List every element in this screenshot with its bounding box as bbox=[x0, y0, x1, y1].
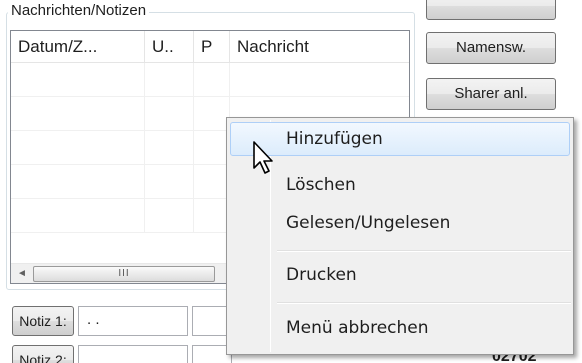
menu-item-gelesen-ungelesen[interactable]: Gelesen/Ungelesen bbox=[230, 206, 570, 240]
list-row[interactable] bbox=[11, 63, 409, 97]
column-header-p[interactable]: P bbox=[194, 31, 230, 63]
column-header-datum[interactable]: Datum/Z... bbox=[11, 31, 145, 63]
namensw-button[interactable]: Namensw. bbox=[426, 32, 556, 64]
groupbox-title: Nachrichten/Notizen bbox=[8, 2, 150, 20]
notiz-1-date-field[interactable]: . . bbox=[78, 306, 188, 336]
arrow-cursor-icon bbox=[253, 141, 273, 174]
scroll-left-icon[interactable]: ◄ bbox=[13, 265, 31, 283]
notiz-1-button[interactable]: Notiz 1: bbox=[12, 306, 74, 336]
context-menu: Hinzufügen Löschen Gelesen/Ungelesen Dru… bbox=[226, 117, 574, 355]
list-cell bbox=[11, 131, 145, 165]
list-cell bbox=[194, 199, 230, 233]
menu-item-hinzufuegen[interactable]: Hinzufügen bbox=[230, 122, 570, 156]
window-content: Nachrichten/Notizen Datum/Z... U.. P Nac… bbox=[0, 0, 582, 363]
menu-item-drucken[interactable]: Drucken bbox=[230, 258, 570, 292]
grip-icon: III bbox=[118, 268, 130, 279]
notiz-2-date-field[interactable] bbox=[78, 345, 188, 363]
list-cell bbox=[11, 165, 145, 199]
menu-separator bbox=[277, 250, 571, 252]
list-cell bbox=[11, 97, 145, 131]
list-cell bbox=[11, 63, 145, 97]
list-cell bbox=[145, 199, 194, 233]
list-cell bbox=[145, 165, 194, 199]
list-cell bbox=[194, 165, 230, 199]
sharer-anlegen-button[interactable]: Sharer anl. bbox=[426, 78, 556, 110]
list-cell bbox=[11, 199, 145, 233]
listview-header: Datum/Z... U.. P Nachricht bbox=[11, 31, 409, 63]
menu-item-loeschen[interactable]: Löschen bbox=[230, 168, 570, 202]
notiz-2-button[interactable]: Notiz 2: bbox=[12, 345, 74, 363]
scrollbar-thumb[interactable]: III bbox=[33, 266, 215, 282]
column-header-u[interactable]: U.. bbox=[145, 31, 194, 63]
menu-separator bbox=[277, 302, 571, 304]
menu-item-menue-abbrechen[interactable]: Menü abbrechen bbox=[230, 311, 570, 345]
list-cell bbox=[194, 63, 230, 97]
top-button[interactable] bbox=[426, 0, 556, 20]
column-header-nachricht[interactable]: Nachricht bbox=[230, 31, 409, 63]
list-cell bbox=[145, 131, 194, 165]
list-cell bbox=[145, 97, 194, 131]
list-cell bbox=[194, 97, 230, 131]
list-cell bbox=[145, 63, 194, 97]
list-cell bbox=[194, 131, 230, 165]
